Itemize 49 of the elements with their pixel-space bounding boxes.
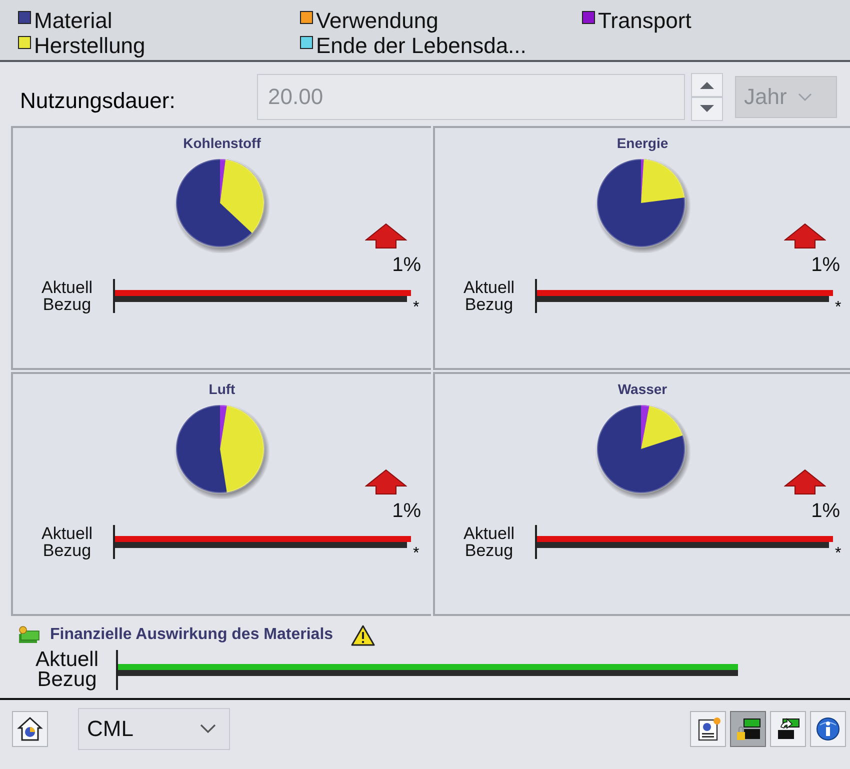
- change-percent: 1%: [392, 254, 421, 277]
- house-icon: [17, 716, 43, 742]
- bar-label: Bezug: [42, 542, 92, 559]
- legend-label: Transport: [598, 8, 692, 34]
- toolbar-button[interactable]: [770, 711, 806, 747]
- home-button[interactable]: [12, 711, 48, 747]
- bar-label: Aktuell: [40, 279, 94, 296]
- money-icon: [18, 626, 40, 644]
- toolbar-button[interactable]: [810, 711, 846, 747]
- legend-label: Material: [34, 8, 112, 34]
- bar-label: Aktuell: [40, 525, 94, 542]
- bar-label: Bezug: [36, 670, 98, 690]
- panel-title: Energie: [616, 135, 668, 151]
- bar-label: Bezug: [464, 296, 514, 313]
- spin-down-button[interactable]: [691, 97, 723, 121]
- up-arrow-icon: [365, 469, 407, 495]
- asterisk-note: *: [413, 299, 420, 317]
- bar-label: Bezug: [464, 542, 514, 559]
- toolbar-button[interactable]: [690, 711, 726, 747]
- asterisk-note: *: [835, 545, 842, 563]
- up-arrow-icon: [784, 223, 826, 249]
- method-dropdown[interactable]: CML: [78, 708, 230, 750]
- panel-title: Wasser: [618, 381, 668, 397]
- asterisk-note: *: [413, 545, 420, 563]
- spin-up-button[interactable]: [691, 73, 723, 97]
- panel-title: Kohlenstoff: [183, 135, 261, 151]
- legend-label: Ende der Lebensda...: [316, 33, 526, 59]
- swap-bars-icon: [775, 716, 801, 742]
- toolbar-button[interactable]: [730, 711, 766, 747]
- bar-label: Aktuell: [462, 525, 516, 542]
- change-percent: 1%: [811, 500, 840, 523]
- warning-icon: [351, 624, 376, 646]
- chevron-down-icon: [199, 723, 217, 735]
- bar-label: Aktuell: [34, 650, 100, 670]
- up-arrow-icon: [784, 469, 826, 495]
- panel-title: Luft: [208, 381, 236, 397]
- asterisk-note: *: [835, 299, 842, 317]
- section-title: Finanzielle Auswirkung des Materials: [50, 626, 334, 644]
- bar-label: Bezug: [42, 296, 92, 313]
- chevron-down-icon: [796, 92, 813, 102]
- field-label: Nutzungsdauer:: [20, 88, 176, 114]
- change-percent: 1%: [392, 500, 421, 523]
- bar-label: Aktuell: [462, 279, 516, 296]
- legend-label: Verwendung: [316, 8, 438, 34]
- info-globe-icon: [815, 716, 841, 742]
- change-percent: 1%: [811, 254, 840, 277]
- up-arrow-icon: [365, 223, 407, 249]
- lock-bars-icon: [735, 716, 761, 742]
- legend-label: Herstellung: [34, 33, 146, 59]
